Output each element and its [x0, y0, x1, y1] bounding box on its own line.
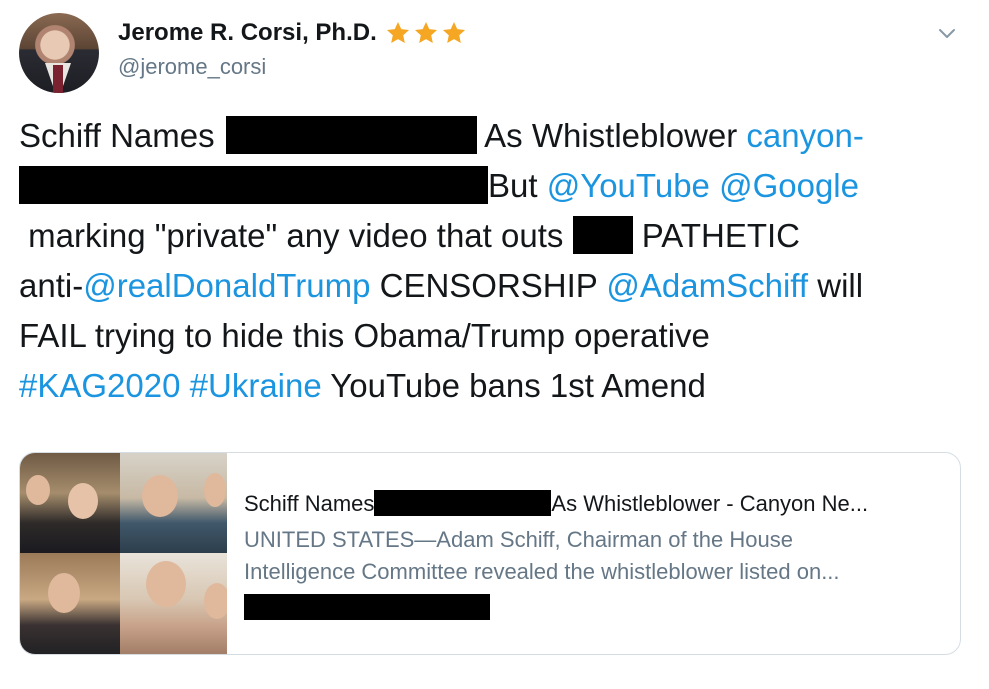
tweet-text-segment: marking "private" any video that outs — [28, 217, 564, 254]
card-description: UNITED STATES—Adam Schiff, Chairman of t… — [244, 524, 949, 588]
tweet-text: Schiff Names As Whistleblower canyon- Bu… — [19, 111, 969, 411]
tweet-line: anti-@realDonaldTrump CENSORSHIP @AdamSc… — [19, 261, 969, 311]
hashtag-kag2020[interactable]: #KAG2020 — [19, 367, 180, 404]
tweet-text-segment: FAIL trying to hide this Obama/Trump ope… — [19, 317, 710, 354]
author-name-row[interactable]: Jerome R. Corsi, Ph.D. — [118, 19, 467, 47]
thumbnail-photo — [120, 453, 227, 553]
tweet-line: #KAG2020 #Ukraine YouTube bans 1st Amend — [19, 361, 969, 411]
card-description-line: Intelligence Committee revealed the whis… — [244, 559, 840, 584]
redaction-bar — [572, 216, 633, 254]
card-thumbnail — [20, 453, 227, 654]
mention-youtube[interactable]: @YouTube — [547, 167, 710, 204]
card-title-part: Schiff Names — [244, 491, 375, 516]
tweet-line: FAIL trying to hide this Obama/Trump ope… — [19, 311, 969, 361]
hashtag-ukraine[interactable]: #Ukraine — [190, 367, 322, 404]
tweet-line: But @YouTube @Google — [19, 161, 969, 211]
tweet-text-segment: YouTube bans 1st Amend — [330, 367, 706, 404]
thumbnail-photo — [120, 553, 227, 654]
tweet-text-segment: As Whistleblower — [484, 117, 738, 154]
mention-google[interactable]: @Google — [719, 167, 859, 204]
avatar[interactable] — [19, 13, 99, 93]
tweet-text-segment: CENSORSHIP — [379, 267, 598, 304]
redaction-bar — [19, 166, 488, 204]
tweet-text-segment: will — [817, 267, 864, 304]
chevron-down-icon[interactable] — [937, 24, 957, 44]
tweet-text-segment: anti- — [19, 267, 84, 304]
star-icon — [386, 21, 409, 43]
author-name[interactable]: Jerome R. Corsi, Ph.D. — [118, 19, 377, 47]
redaction-bar — [225, 116, 477, 154]
redaction-bar — [244, 594, 490, 620]
mention-realdonaldtrump[interactable]: @realDonaldTrump — [83, 267, 370, 304]
avatar-tie — [53, 65, 63, 93]
tweet-text-segment: But — [488, 167, 538, 204]
link-canyon[interactable]: canyon- — [746, 117, 863, 154]
card-title-part: As Whistleblower - Canyon Ne... — [551, 491, 869, 516]
mention-adamschiff[interactable]: @AdamSchiff — [606, 267, 808, 304]
tweet-line: marking "private" any video that outs PA… — [19, 211, 969, 261]
star-emoji-group — [385, 20, 467, 46]
star-icon — [442, 21, 465, 43]
card-description-line: UNITED STATES—Adam Schiff, Chairman of t… — [244, 527, 793, 552]
thumbnail-photo — [20, 453, 120, 553]
tweet-text-segment: Schiff Names — [19, 117, 215, 154]
thumbnail-photo — [20, 553, 120, 654]
link-preview-card[interactable]: Schiff Names As Whistleblower - Canyon Ne… — [19, 452, 961, 655]
author-handle[interactable]: @jerome_corsi — [118, 54, 266, 80]
tweet-line: Schiff Names As Whistleblower canyon- — [19, 111, 969, 161]
card-title[interactable]: Schiff Names As Whistleblower - Canyon Ne… — [244, 490, 868, 517]
star-icon — [414, 21, 437, 43]
redaction-bar — [374, 490, 552, 516]
tweet-text-segment: PATHETIC — [641, 217, 800, 254]
